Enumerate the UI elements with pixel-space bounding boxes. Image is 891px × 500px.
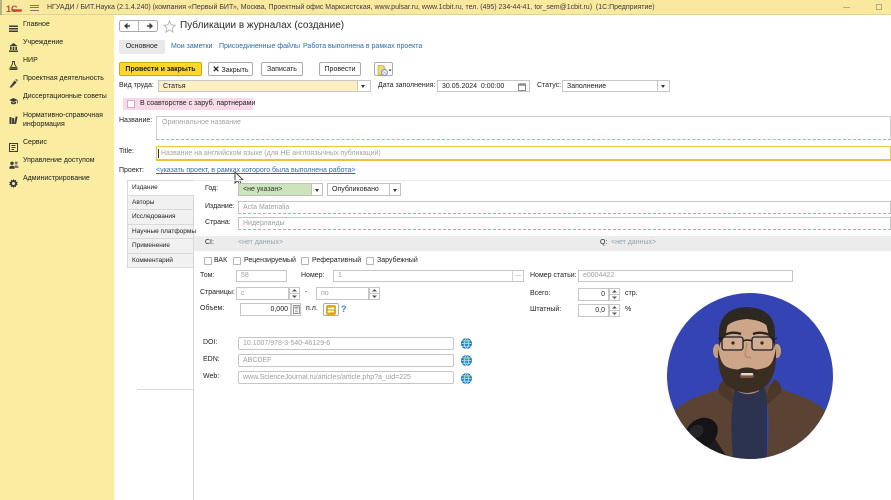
svg-text:1С: 1С	[6, 4, 18, 14]
